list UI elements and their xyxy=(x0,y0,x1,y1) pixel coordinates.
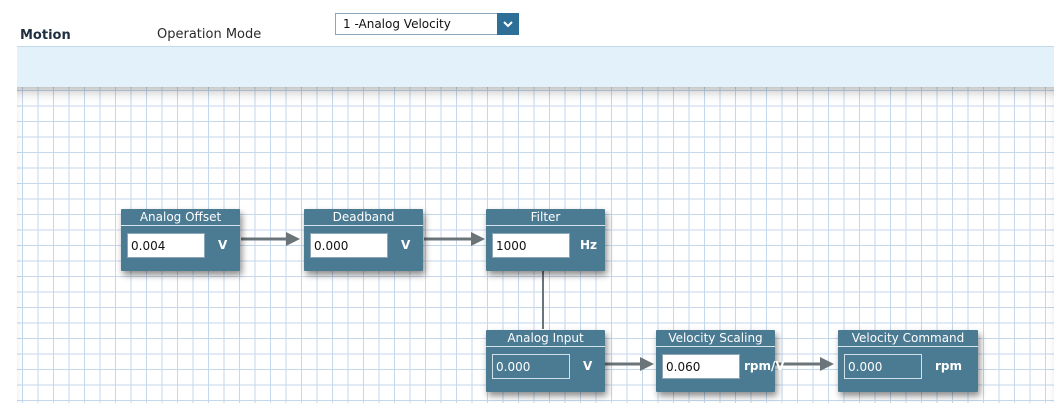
operation-mode-value[interactable]: 1 -Analog Velocity xyxy=(335,13,505,35)
operation-mode-label: Operation Mode xyxy=(157,27,262,42)
analog-input-block: Analog Input 0.000 V xyxy=(486,330,605,392)
unit-label: V xyxy=(583,359,593,373)
block-title: Velocity Command xyxy=(838,330,978,347)
unit-label: V xyxy=(218,238,228,252)
filter-input[interactable]: 1000 xyxy=(492,233,570,258)
section-label-motion: Motion xyxy=(20,28,71,43)
tab-band xyxy=(17,46,1054,88)
deadband-input[interactable]: 0.000 xyxy=(310,233,388,258)
unit-label: Hz xyxy=(580,238,598,252)
block-title: Filter xyxy=(486,209,605,226)
velocity-scaling-block: Velocity Scaling 0.060 rpm/V xyxy=(656,330,785,392)
analog-input-readout: 0.000 xyxy=(492,354,570,379)
velocity-command-readout: 0.000 xyxy=(844,354,922,379)
operation-mode-select[interactable]: 1 -Analog Velocity xyxy=(335,13,521,35)
block-title: Deadband xyxy=(304,209,423,226)
unit-label: rpm xyxy=(935,359,963,373)
block-title: Analog Offset xyxy=(121,209,240,226)
chevron-down-icon[interactable] xyxy=(497,13,519,35)
block-title: Velocity Scaling xyxy=(656,330,775,347)
velocity-command-block: Velocity Command 0.000 rpm xyxy=(838,330,978,392)
block-title: Analog Input xyxy=(486,330,605,347)
unit-label: V xyxy=(401,238,411,252)
deadband-block: Deadband 0.000 V xyxy=(304,209,423,271)
velocity-scaling-input[interactable]: 0.060 xyxy=(662,354,740,379)
filter-block: Filter 1000 Hz xyxy=(486,209,605,271)
analog-offset-block: Analog Offset 0.004 V xyxy=(121,209,240,271)
unit-label: rpm/V xyxy=(744,359,785,373)
analog-offset-input[interactable]: 0.004 xyxy=(127,233,205,258)
